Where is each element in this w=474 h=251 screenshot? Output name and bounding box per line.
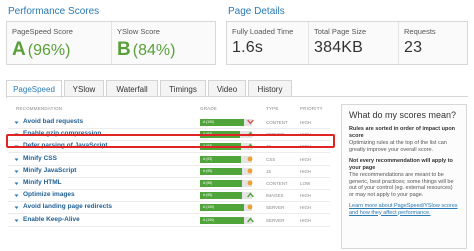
chevron-down-icon[interactable] [14,193,19,198]
grade-bar-fill: A (96) [200,180,243,187]
pagespeed-grade: A [12,39,26,60]
table-row[interactable]: Avoid bad requests A (100) CONTENT HIGH [8,117,330,129]
chevron-down-icon[interactable] [14,169,19,174]
grade-bar-fill: A (95) [200,167,242,175]
recommendation-type: SERVER [266,205,285,211]
grade-bar: A (95) [200,192,252,200]
recommendation-priority: HIGH [300,217,312,223]
recommendation-priority: HIGH [300,193,312,199]
dot-icon [246,156,254,163]
recommendation-type: IMAGES [266,193,284,199]
recommendation-name[interactable]: Optimize images [23,191,75,198]
learn-more-link[interactable]: Learn more about PageSpeed/YSlow scores … [349,203,459,216]
column-header-recommendation: RECOMMENDATION [16,106,63,111]
recommendation-name[interactable]: Avoid bad requests [23,118,83,125]
scores-help-text-1: Optimizing rules at the top of the list … [349,140,447,153]
performance-scores-card: PageSpeed Score A (96%) YSlow Score B (8… [6,21,216,65]
tab-timings[interactable]: Timings [160,80,206,97]
total-page-size-label: Total Page Size [314,27,367,36]
chevron-down-icon[interactable] [14,205,19,210]
recommendation-priority: HIGH [300,156,312,162]
grade-bar-fill: A (100) [200,204,244,212]
recommendation-type: SERVER [266,217,285,223]
arrow-up-icon [246,192,254,199]
tab-waterfall[interactable]: Waterfall [106,80,158,97]
dot-icon [246,168,254,175]
total-page-size-value: 384KB [314,39,364,56]
performance-scores-title: Performance Scores [8,6,100,17]
fully-loaded-time: Fully Loaded Time 1.6s [227,22,309,64]
recommendation-type: CONTENT [266,120,288,125]
total-page-size: Total Page Size 384KB [309,22,399,64]
grade-bar: A (96) [200,180,252,187]
pagespeed-score-label: PageSpeed Score [12,27,73,36]
grade-bar-fill: A (95) [200,192,242,200]
yslow-score: YSlow Score B (84%) [112,22,215,64]
fully-loaded-time-value: 1.6s [232,39,264,56]
yslow-grade: B [117,39,131,60]
table-row[interactable]: Optimize images A (95) IMAGES HIGH [8,190,330,203]
highlight-box [6,134,335,148]
recommendation-type: CONTENT [266,181,288,186]
grade-bar: A (93) [200,155,252,163]
tab-divider [6,96,468,97]
chevron-down-icon[interactable] [14,181,19,186]
column-header-priority: PRIORITY [300,106,323,111]
requests: Requests 23 [399,22,467,64]
tab-yslow[interactable]: YSlow [64,80,104,97]
page-details-title: Page Details [228,6,285,17]
recommendation-type: CSS [266,156,276,162]
fully-loaded-time-label: Fully Loaded Time [232,27,294,36]
scores-help-title: What do my scores mean? [349,110,457,120]
scores-help-text-2: The recommendations are meant to be gene… [349,172,454,198]
recommendation-priority: HIGH [300,120,312,125]
arrow-up-icon [246,217,254,224]
table-row[interactable]: Minify HTML A (96) CONTENT LOW [8,178,330,190]
table-row[interactable]: Minify CSS A (93) CSS HIGH [8,154,330,166]
recommendation-priority: LOW [300,181,311,186]
pagespeed-score: PageSpeed Score A (96%) [7,22,112,64]
recommendation-name[interactable]: Enable Keep-Alive [23,216,80,223]
column-header-type: TYPE [266,106,279,111]
chevron-down-icon[interactable] [14,120,19,125]
pagespeed-percent: (96%) [27,42,71,59]
tab-history[interactable]: History [248,80,292,97]
scores-help-heading-1: Rules are sorted in order of impact upon… [349,126,456,139]
yslow-score-label: YSlow Score [117,27,160,36]
dot-icon [246,204,254,211]
grade-bar: A (100) [200,216,252,224]
arrow-down-icon [246,119,254,126]
recommendation-name[interactable]: Minify CSS [23,155,57,162]
recommendation-type: JS [266,168,272,174]
report-tabs: PageSpeed YSlow Waterfall Timings Video … [6,80,294,98]
dot-icon [246,180,254,187]
yslow-percent: (84%) [132,42,176,59]
table-row[interactable]: Avoid landing page redirects A (100) SERVE… [8,202,330,215]
recommendation-name[interactable]: Minify JavaScript [23,167,76,174]
recommendation-name[interactable]: Avoid landing page redirects [23,203,112,210]
grade-bar: A (100) [200,119,252,126]
recommendation-priority: HIGH [300,168,312,174]
tab-video[interactable]: Video [208,80,246,97]
column-header-grade: GRADE [200,106,218,111]
chevron-down-icon[interactable] [14,218,19,223]
requests-label: Requests [404,27,436,36]
grade-bar-fill: A (100) [200,216,244,224]
scores-help-panel: What do my scores mean? Rules are sorted… [341,104,467,249]
page-details-card: Fully Loaded Time 1.6s Total Page Size 3… [226,21,468,65]
recommendation-priority: HIGH [300,205,312,211]
grade-bar-fill: A (93) [200,155,241,163]
recommendation-name[interactable]: Minify HTML [23,179,62,186]
requests-value: 23 [404,39,423,56]
table-row[interactable]: Minify JavaScript A (95) JS HIGH [8,166,330,178]
grade-bar: A (100) [200,204,252,212]
scores-help-heading-2: Not every recommendation will apply to y… [349,158,453,171]
chevron-down-icon[interactable] [14,157,19,162]
table-row[interactable]: Enable Keep-Alive A (100) SERVER HIGH [8,215,330,227]
grade-bar-fill: A (100) [200,119,244,126]
grade-bar: A (95) [200,167,252,175]
